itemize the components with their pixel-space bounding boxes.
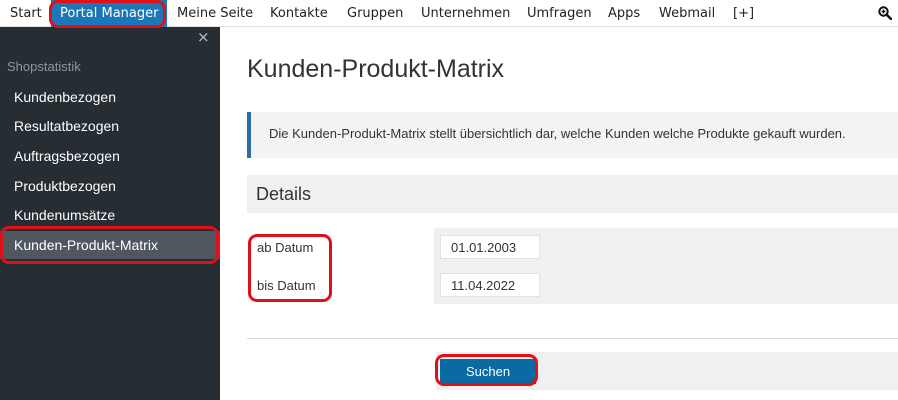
info-text: Die Kunden-Produkt-Matrix stellt übersic… bbox=[269, 126, 846, 141]
sidebar-item-kunden-produkt-matrix[interactable]: Kunden-Produkt-Matrix bbox=[0, 231, 220, 259]
sidebar-item-resultatbezogen[interactable]: Resultatbezogen bbox=[0, 112, 220, 140]
nav-item-portal-manager[interactable]: Portal Manager bbox=[51, 0, 168, 27]
search-zoom-icon[interactable] bbox=[878, 6, 892, 20]
nav-item-meine-seite[interactable]: Meine Seite bbox=[177, 0, 253, 27]
nav-item-umfragen[interactable]: Umfragen bbox=[527, 0, 592, 27]
nav-item-more[interactable]: [+] bbox=[733, 0, 754, 27]
close-icon[interactable]: × bbox=[197, 30, 210, 45]
details-title: Details bbox=[256, 184, 312, 204]
nav-item-gruppen[interactable]: Gruppen bbox=[347, 0, 403, 27]
sidebar-item-auftragsbezogen[interactable]: Auftragsbezogen bbox=[0, 142, 220, 170]
search-button[interactable]: Suchen bbox=[440, 359, 536, 384]
nav-item-webmail[interactable]: Webmail bbox=[659, 0, 715, 27]
date-form: ab Datum bis Datum bbox=[247, 228, 898, 304]
top-navigation: Start Portal Manager Meine Seite Kontakt… bbox=[0, 0, 898, 27]
from-date-input[interactable] bbox=[440, 235, 540, 259]
nav-item-unternehmen[interactable]: Unternehmen bbox=[421, 0, 510, 27]
nav-item-kontakte[interactable]: Kontakte bbox=[270, 0, 328, 27]
to-date-label: bis Datum bbox=[257, 278, 316, 293]
sidebar-item-kundenbezogen[interactable]: Kundenbezogen bbox=[0, 83, 220, 111]
sidebar-heading: Shopstatistik bbox=[7, 59, 81, 74]
divider bbox=[247, 338, 898, 339]
from-date-label: ab Datum bbox=[257, 240, 314, 255]
details-section-header: Details bbox=[247, 175, 898, 213]
sidebar-item-kundenumsaetze[interactable]: Kundenumsätze bbox=[0, 201, 220, 229]
page-title: Kunden-Produkt-Matrix bbox=[247, 55, 505, 83]
to-date-input[interactable] bbox=[440, 273, 540, 297]
sidebar-item-produktbezogen[interactable]: Produktbezogen bbox=[0, 172, 220, 200]
nav-item-apps[interactable]: Apps bbox=[608, 0, 640, 27]
sidebar: × Shopstatistik Kundenbezogen Resultatbe… bbox=[0, 27, 220, 400]
info-box: Die Kunden-Produkt-Matrix stellt übersic… bbox=[247, 112, 898, 158]
nav-item-start[interactable]: Start bbox=[10, 0, 42, 27]
button-bar: Suchen bbox=[436, 352, 898, 390]
